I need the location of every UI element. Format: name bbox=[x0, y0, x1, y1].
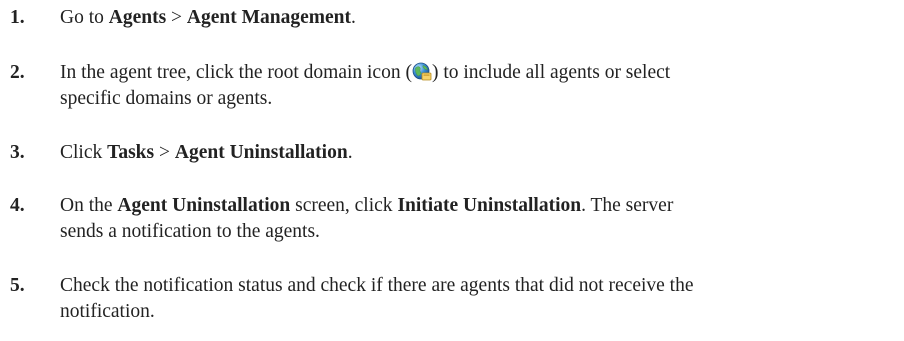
agents-menu-label: Agents bbox=[108, 7, 167, 28]
root-domain-globe-icon bbox=[412, 62, 432, 82]
step-number: 4. bbox=[10, 195, 25, 216]
step-text: Go to Agents > Agent Management. bbox=[60, 7, 356, 28]
step-text: Check the notification status and check … bbox=[60, 275, 694, 322]
instruction-steps: 1. Go to Agents > Agent Management. 2. I… bbox=[0, 0, 904, 341]
step-text: Click Tasks > Agent Uninstallation. bbox=[60, 142, 353, 163]
step-number: 1. bbox=[10, 7, 25, 28]
step-number: 3. bbox=[10, 142, 25, 163]
agent-management-label: Agent Management bbox=[186, 7, 352, 28]
step-number: 2. bbox=[10, 62, 25, 83]
step-text: In the agent tree, click the root domain… bbox=[60, 62, 671, 109]
agent-uninstallation-screen-label: Agent Uninstallation bbox=[117, 195, 291, 216]
agent-uninstallation-label: Agent Uninstallation bbox=[174, 142, 348, 163]
step-text: On the Agent Uninstallation screen, clic… bbox=[60, 195, 674, 242]
initiate-uninstallation-label: Initiate Uninstallation bbox=[397, 195, 582, 216]
step-number: 5. bbox=[10, 275, 25, 296]
tasks-menu-label: Tasks bbox=[107, 142, 155, 163]
